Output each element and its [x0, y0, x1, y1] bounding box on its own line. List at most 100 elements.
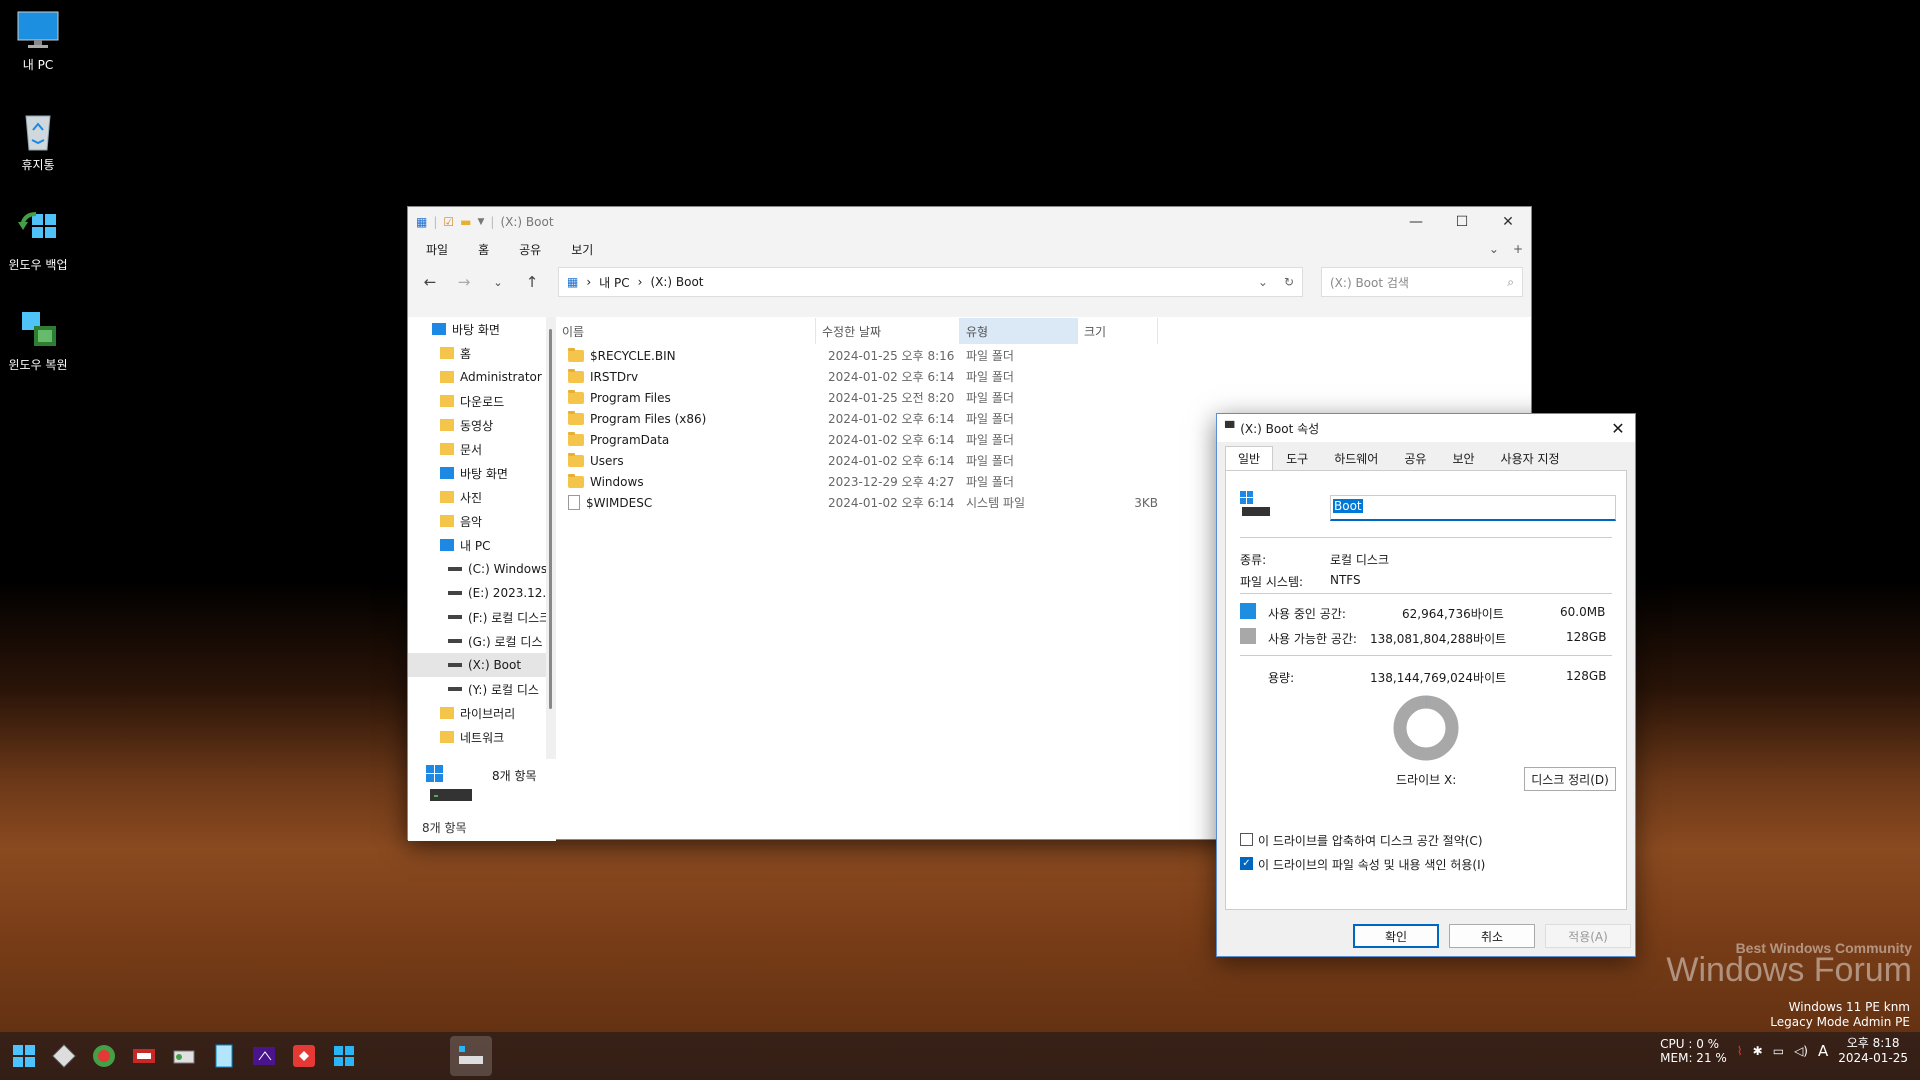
cancel-button[interactable]: 취소: [1449, 924, 1535, 948]
tab-customize[interactable]: 사용자 지정: [1488, 446, 1573, 470]
network-icon[interactable]: ▭: [1773, 1044, 1784, 1058]
minimize-button[interactable]: —: [1393, 207, 1439, 237]
folder-icon: [440, 731, 454, 743]
tab-general[interactable]: 일반: [1225, 446, 1274, 470]
back-button[interactable]: ←: [416, 268, 444, 296]
compress-checkbox[interactable]: [1240, 833, 1253, 846]
tab-hardware[interactable]: 하드웨어: [1321, 446, 1391, 470]
close-button[interactable]: ✕: [1485, 207, 1531, 237]
address-bar[interactable]: ▦ › 내 PC › (X:) Boot ⌄ ↻: [558, 267, 1303, 297]
desktop-icon-my-pc[interactable]: 내 PC: [4, 8, 72, 73]
new-folder-icon[interactable]: ▬: [460, 215, 471, 229]
nav-item[interactable]: (Y:) 로컬 디스: [408, 677, 556, 701]
drive-icon: [426, 765, 472, 801]
volume-icon[interactable]: ◁): [1794, 1044, 1808, 1058]
tab-security[interactable]: 보안: [1439, 446, 1487, 470]
scrollbar-thumb[interactable]: [549, 329, 552, 709]
column-date[interactable]: 수정한 날짜: [816, 318, 960, 344]
nav-item-label: 동영상: [460, 418, 494, 433]
chevron-down-icon[interactable]: ▼: [478, 217, 485, 227]
nav-item[interactable]: 바탕 화면: [408, 461, 556, 485]
column-type[interactable]: 유형: [960, 318, 1078, 344]
column-size[interactable]: 크기: [1078, 318, 1158, 344]
chevron-down-icon[interactable]: ⌄: [1258, 275, 1268, 289]
media-icon[interactable]: [246, 1038, 282, 1074]
close-button[interactable]: ✕: [1601, 419, 1635, 438]
ok-button[interactable]: 확인: [1353, 924, 1439, 948]
menu-share[interactable]: 공유: [519, 241, 541, 258]
clock[interactable]: 오후 8:18 2024-01-25: [1838, 1036, 1908, 1066]
file-date: 2024-01-02 오후 6:14: [828, 496, 955, 510]
nav-item[interactable]: (C:) Windows: [408, 557, 556, 581]
start-button[interactable]: [6, 1038, 42, 1074]
remote-icon[interactable]: [286, 1038, 322, 1074]
nav-item[interactable]: 사진: [408, 485, 556, 509]
maximize-button[interactable]: ☐: [1439, 207, 1485, 237]
folder-icon: [432, 323, 446, 335]
disk-tool-icon[interactable]: [126, 1038, 162, 1074]
drive-manager-icon[interactable]: [166, 1038, 202, 1074]
browser-icon[interactable]: [86, 1038, 122, 1074]
plus-icon[interactable]: +: [1513, 242, 1523, 256]
drive-icon: ▦: [416, 215, 428, 229]
file-row[interactable]: IRSTDrv 2024-01-02 오후 6:14 파일 폴더: [556, 366, 1531, 387]
nav-item[interactable]: Administrator: [408, 365, 556, 389]
menu-view[interactable]: 보기: [571, 241, 593, 258]
folder-icon: [440, 491, 454, 503]
navigation-bar: ← → ⌄ ↑ ▦ › 내 PC › (X:) Boot ⌄ ↻ (X:) Boo…: [408, 261, 1531, 303]
up-button[interactable]: ↑: [518, 268, 546, 296]
file-row[interactable]: Program Files 2024-01-25 오전 8:20 파일 폴더: [556, 387, 1531, 408]
type-value: 로컬 디스크: [1330, 553, 1390, 567]
nav-item[interactable]: 네트워크: [408, 725, 556, 749]
file-row[interactable]: $RECYCLE.BIN 2024-01-25 오후 8:16 파일 폴더: [556, 345, 1531, 366]
breadcrumb-boot[interactable]: (X:) Boot: [650, 275, 703, 289]
taskbar-explorer-button[interactable]: [450, 1036, 492, 1076]
menu-file[interactable]: 파일: [426, 241, 448, 258]
index-checkbox[interactable]: ✓: [1240, 857, 1253, 870]
folder-icon: [440, 443, 454, 455]
file-name: Users: [590, 453, 624, 468]
chevron-down-icon[interactable]: ⌄: [1489, 242, 1499, 256]
nav-item-label: 내 PC: [460, 538, 491, 553]
file-type: 파일 폴더: [966, 391, 1014, 405]
folder-icon: [440, 515, 454, 527]
nav-item[interactable]: 다운로드: [408, 389, 556, 413]
refresh-icon[interactable]: ↻: [1284, 275, 1294, 289]
file-type: 파일 폴더: [966, 349, 1014, 363]
nav-item[interactable]: 동영상: [408, 413, 556, 437]
recent-dropdown-button[interactable]: ⌄: [484, 268, 512, 296]
nav-item[interactable]: (G:) 로컬 디스: [408, 629, 556, 653]
nav-item[interactable]: 홈: [408, 341, 556, 365]
file-type: 파일 폴더: [966, 412, 1014, 426]
nav-item[interactable]: 문서: [408, 437, 556, 461]
nav-item[interactable]: (F:) 로컬 디스크: [408, 605, 556, 629]
nav-item[interactable]: 라이브러리: [408, 701, 556, 725]
tool-icon[interactable]: [46, 1038, 82, 1074]
desktop-icon-backup[interactable]: 윈도우 백업: [4, 208, 72, 273]
desktop-icon-recycle-bin[interactable]: 휴지통: [4, 108, 72, 173]
volume-name-input[interactable]: Boot: [1330, 495, 1616, 521]
nav-item[interactable]: (E:) 2023.12.2: [408, 581, 556, 605]
nav-item[interactable]: 내 PC: [408, 533, 556, 557]
windows-tool-icon[interactable]: [326, 1038, 362, 1074]
nav-item[interactable]: 바탕 화면: [408, 317, 556, 341]
document-icon[interactable]: [206, 1038, 242, 1074]
tab-sharing[interactable]: 공유: [1391, 446, 1439, 470]
properties-icon[interactable]: ☑: [443, 215, 454, 229]
search-input[interactable]: (X:) Boot 검색 ⌕: [1321, 267, 1523, 297]
tab-tools[interactable]: 도구: [1273, 446, 1321, 470]
nav-item[interactable]: 음악: [408, 509, 556, 533]
bluetooth-icon[interactable]: ✱: [1753, 1044, 1763, 1058]
forward-button[interactable]: →: [450, 268, 478, 296]
ime-indicator[interactable]: A: [1818, 1042, 1828, 1060]
network-graph-icon[interactable]: ⌇: [1737, 1044, 1743, 1058]
nav-scrollbar[interactable]: [546, 317, 556, 759]
desktop-icon-restore[interactable]: 윈도우 복원: [4, 308, 72, 373]
breadcrumb-my-pc[interactable]: 내 PC: [599, 274, 629, 291]
nav-item[interactable]: (X:) Boot: [408, 653, 556, 677]
drive-icon: [448, 567, 462, 571]
menu-home[interactable]: 홈: [478, 241, 489, 258]
disk-cleanup-button[interactable]: 디스크 정리(D): [1524, 767, 1616, 791]
apply-button[interactable]: 적용(A): [1545, 924, 1631, 948]
column-name[interactable]: 이름: [556, 318, 816, 344]
